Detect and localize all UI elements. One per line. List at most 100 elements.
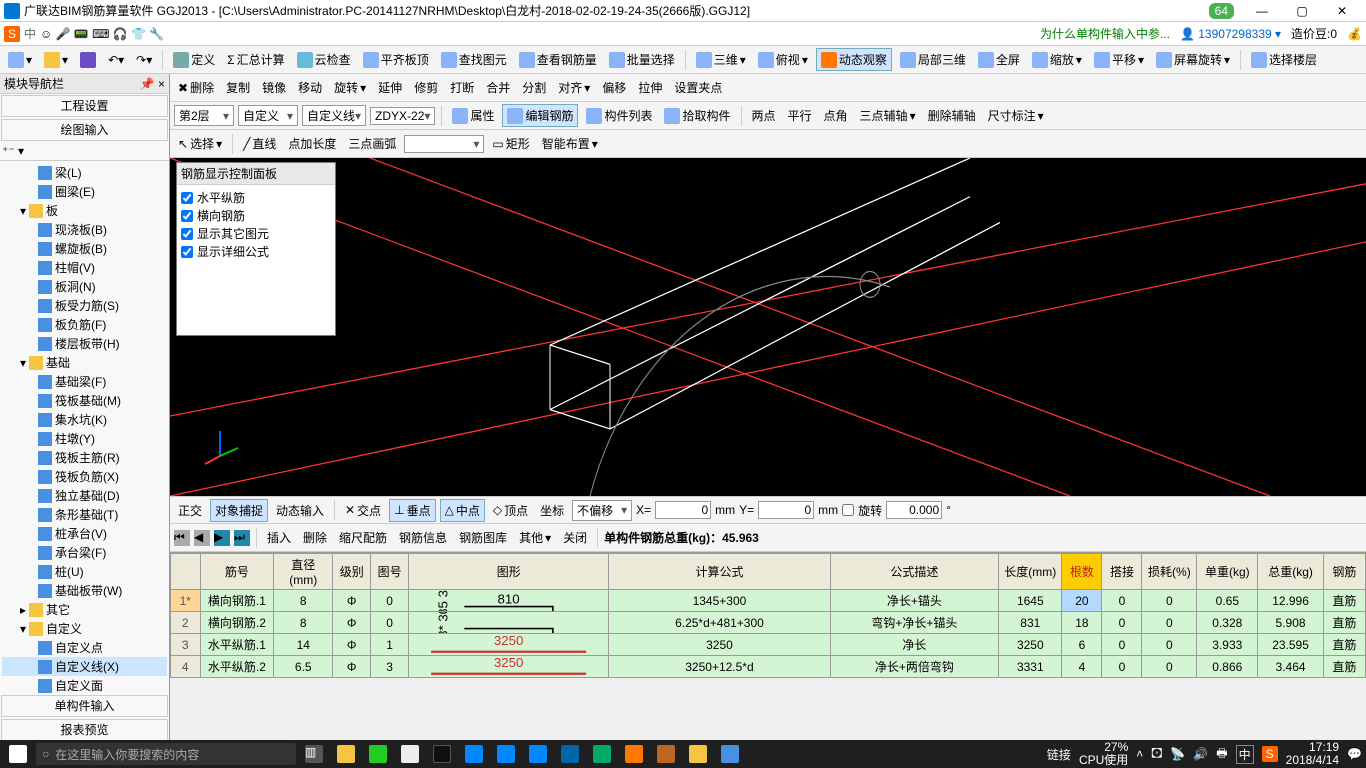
parallel-button[interactable]: 平行 — [784, 105, 816, 126]
local3d-button[interactable]: 局部三维 — [896, 49, 970, 70]
zoom-button[interactable]: 缩放▾ — [1028, 49, 1086, 70]
extend-button[interactable]: 延伸 — [374, 77, 406, 98]
rebar-table[interactable]: 筋号直径(mm)级别图号图形计算公式公式描述长度(mm)根数搭接损耗(%)单重(… — [170, 553, 1366, 678]
table-cell[interactable]: 3250 — [409, 634, 609, 656]
ptangle-button[interactable]: 点角 — [820, 105, 852, 126]
trim-button[interactable]: 修剪 — [410, 77, 442, 98]
smart-tool[interactable]: 智能布置▾ — [538, 133, 602, 154]
undo-button[interactable]: ↶▾ — [104, 51, 128, 69]
cortana-search[interactable]: ○ 在这里输入你要搜索的内容 — [36, 743, 296, 765]
table-cell[interactable]: 净长 — [830, 634, 999, 656]
rotate-input[interactable] — [886, 501, 942, 519]
table-cell[interactable]: 6 — [1062, 634, 1102, 656]
table-cell[interactable]: 0 — [371, 590, 409, 612]
aux3-button[interactable]: 三点辅轴▾ — [856, 105, 920, 126]
tray-ime[interactable]: 中 — [1236, 745, 1254, 764]
sidebar-pin-icon[interactable]: 📌 × — [140, 77, 165, 91]
table-cell[interactable]: 4 — [1062, 656, 1102, 678]
tray-link[interactable]: 链接 — [1047, 746, 1071, 763]
table-cell[interactable]: 2 — [171, 612, 201, 634]
table-cell[interactable]: Φ — [333, 634, 371, 656]
tree-item[interactable]: 板洞(N) — [2, 277, 167, 296]
table-cell[interactable]: 0 — [1102, 612, 1142, 634]
ptlen-tool[interactable]: 点加长度 — [284, 133, 340, 154]
table-cell[interactable]: 0 — [1142, 612, 1197, 634]
twopoint-button[interactable]: 两点 — [748, 105, 780, 126]
table-cell[interactable]: 直筋 — [1323, 656, 1365, 678]
open-button[interactable]: ▾ — [40, 50, 72, 70]
col-header[interactable]: 筋号 — [200, 554, 274, 590]
tree-item[interactable]: 楼层板带(H) — [2, 334, 167, 353]
table-cell[interactable]: 净长+锚头 — [830, 590, 999, 612]
col-header[interactable]: 图形 — [409, 554, 609, 590]
select-tool[interactable]: ↖ 选择▾ — [174, 133, 226, 154]
tip-link[interactable]: 为什么单构件输入中参... — [1040, 25, 1170, 42]
offset-dropdown[interactable]: 不偏移 — [572, 500, 632, 521]
table-cell[interactable]: 3.464 — [1258, 656, 1323, 678]
align-button[interactable]: 对齐▾ — [554, 77, 594, 98]
table-cell[interactable]: 直筋 — [1323, 612, 1365, 634]
snap-perp[interactable]: ⊥ 垂点 — [389, 499, 435, 522]
screenrot-button[interactable]: 屏幕旋转▾ — [1152, 49, 1234, 70]
fullscreen-button[interactable]: 全屏 — [974, 49, 1024, 70]
tree-item[interactable]: 柱帽(V) — [2, 258, 167, 277]
tab-report-preview[interactable]: 报表预览 — [1, 719, 168, 741]
table-cell[interactable]: 0 — [1142, 634, 1197, 656]
table-cell[interactable]: 3 — [171, 634, 201, 656]
table-cell[interactable]: 0.65 — [1197, 590, 1258, 612]
mirror-button[interactable]: 镜像 — [258, 77, 290, 98]
flatten-button[interactable]: 平齐板顶 — [359, 49, 433, 70]
ime-widget-icon[interactable]: ☺ 🎤 📟 ⌨ 🎧 👕 🔧 — [40, 27, 164, 41]
ime-mode[interactable]: 中 — [24, 25, 36, 42]
table-cell[interactable]: Φ — [333, 590, 371, 612]
app-icon-9[interactable] — [716, 742, 744, 766]
col-header[interactable]: 损耗(%) — [1142, 554, 1197, 590]
col-header[interactable]: 总重(kg) — [1258, 554, 1323, 590]
col-header[interactable]: 搭接 — [1102, 554, 1142, 590]
table-cell[interactable]: 8 — [274, 590, 333, 612]
table-cell[interactable]: 直筋 — [1323, 634, 1365, 656]
tree-toolbar[interactable]: ⁺⁻ ▾ — [0, 142, 169, 161]
close-button[interactable]: ✕ — [1322, 4, 1362, 18]
dynamic-view-button[interactable]: 动态观察 — [816, 48, 892, 71]
table-cell[interactable]: 5.908 — [1258, 612, 1323, 634]
tree-item[interactable]: 独立基础(D) — [2, 486, 167, 505]
arc3-tool[interactable]: 三点画弧 — [344, 133, 400, 154]
col-header[interactable]: 公式描述 — [830, 554, 999, 590]
split-button[interactable]: 分割 — [518, 77, 550, 98]
tab-project-settings[interactable]: 工程设置 — [1, 95, 168, 117]
redo-button[interactable]: ↷▾ — [132, 51, 156, 69]
table-cell[interactable]: 3.933 — [1197, 634, 1258, 656]
rebar-lib-button[interactable]: 钢筋图库 — [455, 527, 511, 548]
tree-item[interactable]: 螺旋板(B) — [2, 239, 167, 258]
subcat-dropdown[interactable]: 自定义线 — [302, 105, 366, 126]
rotate-checkbox[interactable] — [842, 504, 854, 516]
table-cell[interactable]: 23.595 — [1258, 634, 1323, 656]
copy-button[interactable]: 复制 — [222, 77, 254, 98]
tree-item[interactable]: 板受力筋(S) — [2, 296, 167, 315]
table-cell[interactable]: 1345+300 — [609, 590, 830, 612]
table-cell[interactable]: 1* — [171, 590, 201, 612]
y-input[interactable] — [758, 501, 814, 519]
panel-checkbox[interactable]: 显示详细公式 — [181, 243, 331, 260]
table-cell[interactable]: Φ — [333, 612, 371, 634]
tree-item[interactable]: 筏板负筋(X) — [2, 467, 167, 486]
osnap-toggle[interactable]: 对象捕捉 — [210, 499, 268, 522]
stretch-button[interactable]: 拉伸 — [634, 77, 666, 98]
tree-item[interactable]: 现浇板(B) — [2, 220, 167, 239]
tree-item[interactable]: 自定义点 — [2, 638, 167, 657]
component-tree[interactable]: 梁(L)圈梁(E)▾板现浇板(B)螺旋板(B)柱帽(V)板洞(N)板受力筋(S)… — [0, 161, 169, 694]
nav-first[interactable]: ⏮ — [174, 530, 190, 546]
table-cell[interactable]: 水平纵筋.1 — [200, 634, 274, 656]
tray-sound-icon[interactable]: 🔊 — [1193, 747, 1208, 761]
app-icon-7[interactable] — [652, 742, 680, 766]
tree-item[interactable]: 承台梁(F) — [2, 543, 167, 562]
nav-prev[interactable]: ◀ — [194, 530, 210, 546]
col-header[interactable]: 直径(mm) — [274, 554, 333, 590]
pick-button[interactable]: 拾取构件 — [660, 105, 734, 126]
col-header[interactable] — [171, 554, 201, 590]
tree-item[interactable]: 基础梁(F) — [2, 372, 167, 391]
panel-checkbox[interactable]: 水平纵筋 — [181, 189, 331, 206]
tray-disk-icon[interactable]: 🖸 — [1151, 744, 1162, 765]
move-button[interactable]: 移动 — [294, 77, 326, 98]
